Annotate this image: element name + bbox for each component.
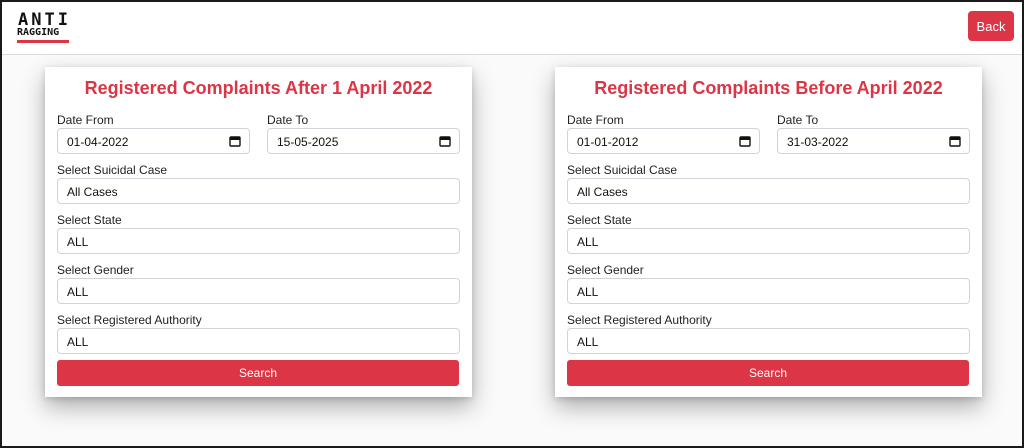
date-to-input[interactable]: 31-03-2022	[777, 128, 970, 154]
suicidal-case-value: All Cases	[577, 185, 628, 199]
date-from-value: 01-01-2012	[577, 135, 639, 149]
state-value: ALL	[67, 235, 89, 249]
date-from-label: Date From	[567, 113, 624, 127]
date-from-value: 01-04-2022	[67, 135, 129, 149]
gender-value: ALL	[577, 285, 599, 299]
date-to-label: Date To	[267, 113, 309, 127]
state-select[interactable]: ALL	[57, 228, 460, 254]
suicidal-case-label: Select Suicidal Case	[567, 163, 678, 177]
authority-label: Select Registered Authority	[57, 313, 202, 327]
complaints-after-card: Registered Complaints After 1 April 2022…	[45, 67, 472, 397]
date-to-value: 15-05-2025	[277, 135, 339, 149]
suicidal-case-value: All Cases	[67, 185, 118, 199]
authority-value: ALL	[577, 335, 599, 349]
suicidal-case-select[interactable]: All Cases	[567, 178, 970, 204]
state-select[interactable]: ALL	[567, 228, 970, 254]
gender-label: Select Gender	[57, 263, 134, 277]
logo-underline	[17, 40, 69, 43]
gender-select[interactable]: ALL	[567, 278, 970, 304]
state-value: ALL	[577, 235, 599, 249]
state-label: Select State	[57, 213, 122, 227]
suicidal-case-label: Select Suicidal Case	[57, 163, 168, 177]
authority-value: ALL	[67, 335, 89, 349]
authority-label: Select Registered Authority	[567, 313, 712, 327]
calendar-icon[interactable]	[739, 135, 751, 147]
search-button[interactable]: Search	[57, 360, 459, 386]
card-title: Registered Complaints After 1 April 2022	[84, 78, 433, 98]
main-content: Registered Complaints After 1 April 2022…	[2, 55, 1022, 446]
suicidal-case-select[interactable]: All Cases	[57, 178, 460, 204]
gender-label: Select Gender	[567, 263, 644, 277]
card-title: Registered Complaints Before April 2022	[594, 78, 943, 98]
search-button[interactable]: Search	[567, 360, 969, 386]
browser-frame: ANTI RAGGING Back Registered Complaints …	[0, 0, 1024, 448]
date-to-label: Date To	[777, 113, 819, 127]
authority-select[interactable]: ALL	[57, 328, 460, 354]
date-from-input[interactable]: 01-04-2022	[57, 128, 250, 154]
calendar-icon[interactable]	[229, 135, 241, 147]
back-button[interactable]: Back	[968, 11, 1014, 41]
complaints-before-card: Registered Complaints Before April 2022 …	[555, 67, 982, 397]
logo-text-ragging: RAGGING	[17, 27, 60, 38]
date-to-input[interactable]: 15-05-2025	[267, 128, 460, 154]
state-label: Select State	[567, 213, 632, 227]
top-header: ANTI RAGGING Back	[2, 2, 1022, 55]
calendar-icon[interactable]	[439, 135, 451, 147]
date-from-input[interactable]: 01-01-2012	[567, 128, 760, 154]
anti-ragging-logo[interactable]: ANTI RAGGING	[16, 10, 76, 44]
date-from-label: Date From	[57, 113, 114, 127]
authority-select[interactable]: ALL	[567, 328, 970, 354]
date-to-value: 31-03-2022	[787, 135, 849, 149]
gender-select[interactable]: ALL	[57, 278, 460, 304]
calendar-icon[interactable]	[949, 135, 961, 147]
gender-value: ALL	[67, 285, 89, 299]
